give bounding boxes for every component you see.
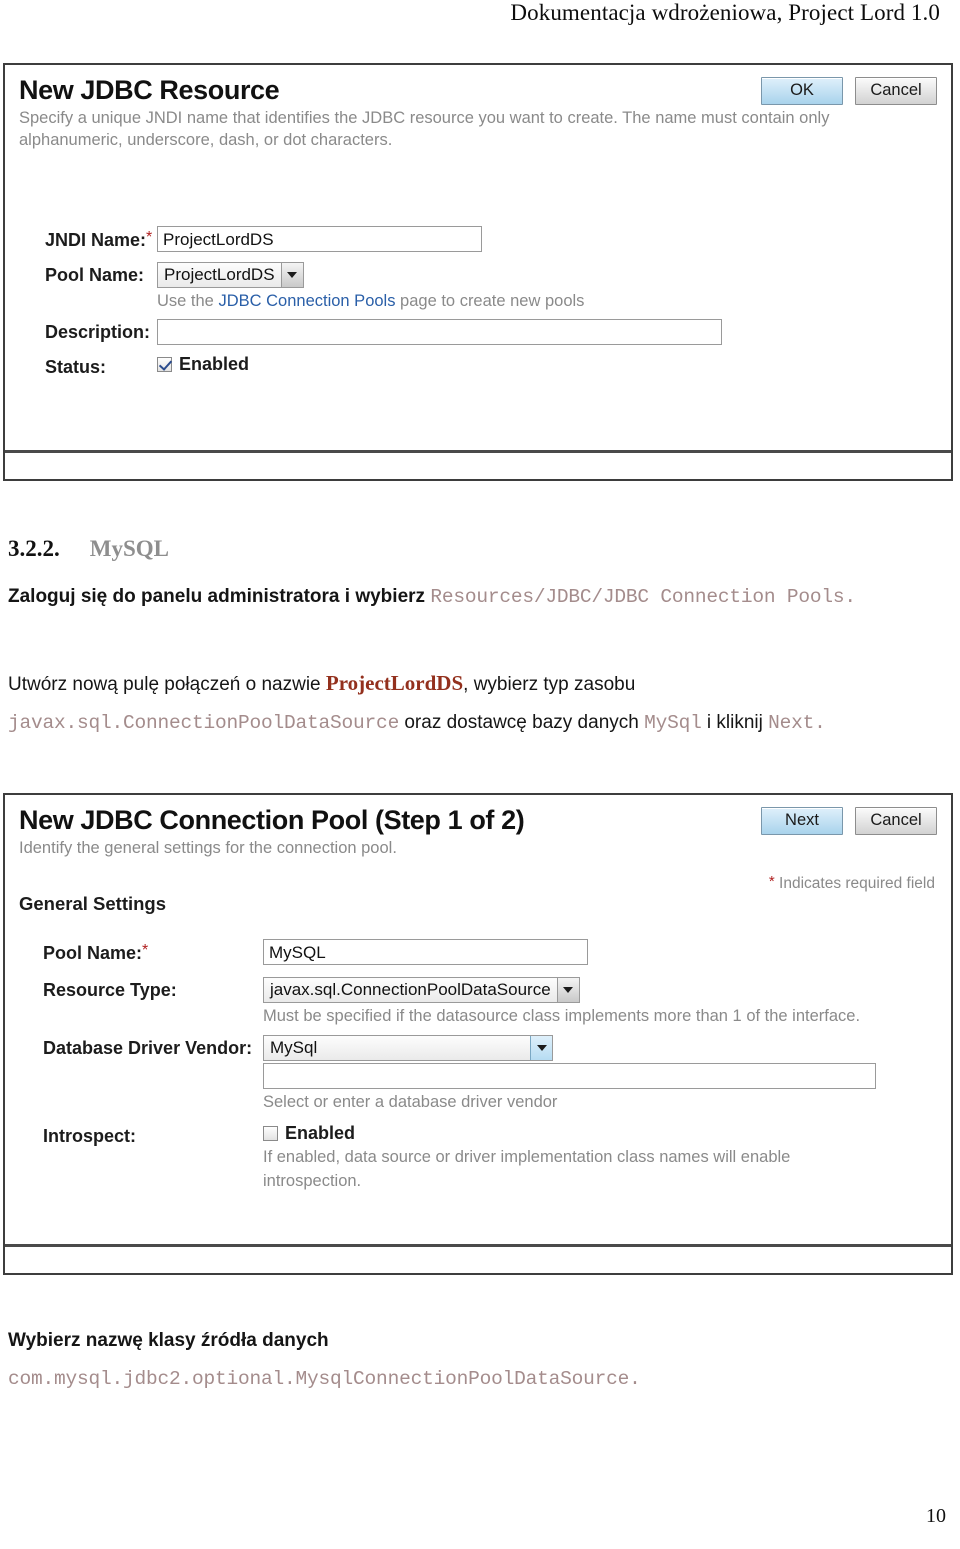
connection-pool-button-group: Next Cancel	[761, 807, 937, 835]
connection-pool-form: Pool Name:* MySQL Resource Type: javax.s…	[5, 927, 951, 1194]
pool-name-select[interactable]: ProjectLordDS	[157, 261, 304, 288]
resource-type-selected-value: javax.sql.ConnectionPoolDataSource	[270, 980, 551, 1000]
paragraph-create-pool-text-4: i kliknij	[701, 712, 769, 733]
chevron-down-icon[interactable]	[530, 1036, 552, 1061]
field-row-description: Description:	[5, 319, 951, 346]
jndi-name-input[interactable]: ProjectLordDS	[157, 225, 482, 252]
introspect-checkbox[interactable]	[263, 1126, 278, 1142]
paragraph-create-pool-code-1: javax.sql.ConnectionPoolDataSource	[8, 712, 400, 734]
next-button[interactable]: Next	[761, 807, 843, 835]
jdbc-resource-title-row: New JDBC Resource OK Cancel	[5, 65, 951, 107]
status-control: Enabled	[157, 354, 951, 375]
document-running-header: Dokumentacja wdrożeniowa, Project Lord 1…	[0, 0, 940, 26]
jdbc-resource-form: JNDI Name:* ProjectLordDS Pool Name: Pro…	[5, 214, 951, 382]
jndi-name-control: ProjectLordDS	[157, 225, 951, 252]
paragraph-datasource-class: Wybierz nazwę klasy źródła danych com.my…	[8, 1322, 938, 1398]
description-label: Description:	[45, 322, 151, 343]
pool-name-hint-pre: Use the	[157, 291, 219, 310]
connection-pool-title: New JDBC Connection Pool (Step 1 of 2)	[19, 805, 525, 835]
paragraph-datasource-class-text: Wybierz nazwę klasy źródła danych	[8, 1330, 329, 1351]
jndi-name-required-star: *	[146, 228, 153, 246]
field-row-database-driver-vendor: Database Driver Vendor: MySql Select or …	[5, 1035, 951, 1115]
connection-pool-footer-bar	[5, 1244, 951, 1273]
cancel-button-step1[interactable]: Cancel	[855, 807, 937, 835]
jdbc-resource-panel-body: New JDBC Resource OK Cancel Specify a un…	[5, 65, 951, 450]
jdbc-connection-pools-link[interactable]: JDBC Connection Pools	[218, 292, 395, 310]
resource-type-control: javax.sql.ConnectionPoolDataSource Must …	[263, 977, 951, 1029]
paragraph-create-pool-text-2: , wybierz typ zasobu	[463, 674, 636, 695]
connection-pool-panel-body: New JDBC Connection Pool (Step 1 of 2) N…	[5, 795, 951, 1244]
pool-name-input[interactable]: MySQL	[263, 939, 588, 966]
paragraph-create-pool: Utwórz nową pulę połączeń o nazwie Proje…	[8, 664, 938, 742]
pool-name-label-step1: Pool Name:*	[5, 939, 263, 967]
screenshot-new-jdbc-resource: New JDBC Resource OK Cancel Specify a un…	[3, 63, 953, 481]
paragraph-create-pool-text-3: oraz dostawcę bazy danych	[399, 712, 645, 733]
resource-type-hint: Must be specified if the datasource clas…	[263, 1007, 861, 1026]
vendor-text-input[interactable]	[263, 1063, 876, 1090]
paragraph-create-pool-strong: ProjectLordDS	[325, 671, 464, 695]
introspect-checkbox-line[interactable]: Enabled	[263, 1123, 951, 1144]
connection-pool-subtitle: Identify the general settings for the co…	[19, 839, 397, 857]
vendor-select[interactable]: MySql	[263, 1035, 553, 1062]
paragraph-datasource-class-code: com.mysql.jdbc2.optional.MysqlConnection…	[8, 1368, 641, 1390]
required-note-star: *	[768, 873, 775, 890]
vendor-control: MySql Select or enter a database driver …	[263, 1035, 951, 1115]
field-row-jndi-name: JNDI Name:* ProjectLordDS	[5, 225, 951, 254]
cancel-button[interactable]: Cancel	[855, 77, 937, 105]
jdbc-resource-footer-bar	[5, 450, 951, 479]
description-control	[157, 319, 951, 346]
introspect-control: Enabled If enabled, data source or drive…	[263, 1123, 951, 1194]
vendor-label: Database Driver Vendor:	[43, 1038, 253, 1059]
status-checkbox[interactable]	[157, 357, 172, 373]
field-row-pool-name: Pool Name: ProjectLordDS Use the JDBC Co…	[5, 261, 951, 314]
chevron-down-icon[interactable]	[556, 978, 579, 1003]
general-settings-group-title: General Settings	[19, 893, 167, 915]
pool-name-hint: Use the JDBC Connection Pools page to cr…	[157, 288, 951, 314]
vendor-hint: Select or enter a database driver vendor	[263, 1093, 558, 1112]
description-input[interactable]	[157, 319, 722, 346]
screenshot-new-jdbc-connection-pool: New JDBC Connection Pool (Step 1 of 2) N…	[3, 793, 953, 1275]
paragraph-login-text: Zaloguj się do panelu administratora i w…	[8, 586, 431, 607]
pool-name-hint-post: page to create new pools	[395, 291, 585, 310]
section-heading: 3.2.2. MySQL	[8, 536, 169, 562]
chevron-down-icon[interactable]	[280, 262, 303, 287]
field-row-pool-name-step1: Pool Name:* MySQL	[5, 939, 951, 967]
vendor-selected-value: MySql	[270, 1038, 318, 1058]
paragraph-create-pool-code-3: Next.	[768, 712, 826, 734]
status-checkbox-line[interactable]: Enabled	[157, 354, 951, 375]
introspect-label: Introspect:	[43, 1126, 137, 1147]
jdbc-resource-button-group: OK Cancel	[761, 77, 937, 105]
field-row-introspect: Introspect: Enabled If enabled, data sou…	[5, 1123, 951, 1194]
paragraph-login: Zaloguj się do panelu administratora i w…	[8, 578, 938, 616]
pool-name-required-star: *	[142, 942, 149, 960]
introspect-checkbox-label: Enabled	[285, 1123, 356, 1144]
section-title: MySQL	[89, 536, 169, 561]
required-note-text: Indicates required field	[779, 875, 935, 892]
pool-name-control: ProjectLordDS Use the JDBC Connection Po…	[157, 261, 951, 314]
paragraph-login-code: Resources/JDBC/JDBC Connection Pools.	[430, 586, 856, 608]
pool-name-selected-value: ProjectLordDS	[164, 264, 275, 284]
section-number: 3.2.2.	[8, 536, 60, 561]
paragraph-create-pool-text-1: Utwórz nową pulę połączeń o nazwie	[8, 674, 326, 695]
connection-pool-title-row: New JDBC Connection Pool (Step 1 of 2) N…	[5, 795, 951, 837]
running-header-text: Dokumentacja wdrożeniowa, Project Lord 1…	[510, 0, 940, 25]
resource-type-select[interactable]: javax.sql.ConnectionPoolDataSource	[263, 977, 580, 1004]
field-row-status: Status: Enabled	[5, 354, 951, 381]
pool-name-control-step1: MySQL	[263, 939, 951, 966]
resource-type-label: Resource Type:	[43, 980, 177, 1001]
pool-name-label-step1-text: Pool Name:	[43, 943, 143, 964]
jdbc-resource-title: New JDBC Resource	[19, 75, 280, 105]
status-checkbox-label: Enabled	[179, 354, 250, 375]
page-number: 10	[926, 1505, 946, 1527]
ok-button[interactable]: OK	[761, 77, 843, 105]
status-label: Status:	[45, 357, 107, 378]
pool-name-label: Pool Name:	[45, 264, 145, 285]
jndi-name-label-text: JNDI Name:	[45, 229, 147, 250]
field-row-resource-type: Resource Type: javax.sql.ConnectionPoolD…	[5, 977, 951, 1029]
required-field-note: * Indicates required field	[769, 873, 935, 893]
jdbc-resource-subtitle: Specify a unique JNDI name that identifi…	[19, 109, 830, 150]
introspect-hint: If enabled, data source or driver implem…	[263, 1148, 791, 1191]
jndi-name-label: JNDI Name:*	[5, 226, 157, 254]
paragraph-create-pool-code-2: MySql	[644, 712, 702, 734]
